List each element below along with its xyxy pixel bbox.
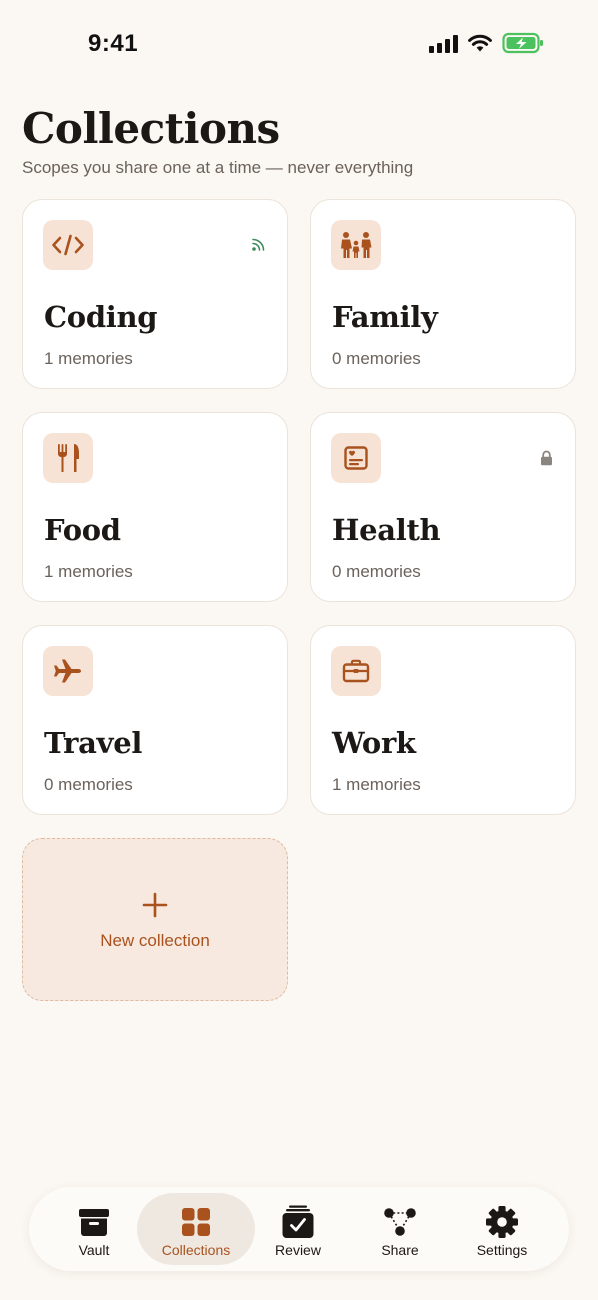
collection-count: 1 memories — [44, 349, 133, 368]
tab-vault[interactable]: Vault — [35, 1193, 153, 1265]
tab-label: Vault — [78, 1242, 110, 1258]
collection-name: Health — [332, 513, 441, 547]
tab-collections[interactable]: Collections — [137, 1193, 255, 1265]
tab-label: Collections — [161, 1242, 231, 1258]
collection-card-food[interactable]: Food 1 memories — [22, 412, 288, 602]
grid-icon — [181, 1205, 211, 1239]
tab-label: Share — [381, 1242, 419, 1258]
new-collection-label: New collection — [100, 931, 210, 950]
share-nodes-icon — [383, 1205, 417, 1239]
collection-count: 1 memories — [332, 775, 421, 794]
review-stack-icon — [281, 1205, 315, 1239]
briefcase-icon — [331, 646, 381, 696]
battery-charging-icon — [502, 32, 543, 54]
collection-card-coding[interactable]: Coding 1 memories — [22, 199, 288, 389]
status-time: 9:41 — [88, 30, 139, 57]
collection-name: Family — [332, 300, 438, 334]
collection-card-work[interactable]: Work 1 memories — [310, 625, 576, 815]
new-collection-button[interactable]: New collection — [22, 838, 288, 1001]
wifi-icon — [468, 34, 492, 52]
family-icon — [331, 220, 381, 270]
tab-label: Review — [275, 1242, 321, 1258]
collection-card-health[interactable]: Health 0 memories — [310, 412, 576, 602]
rss-icon — [251, 236, 267, 257]
gear-icon — [485, 1205, 519, 1239]
status-icons — [429, 32, 544, 54]
status-bar: 9:41 — [0, 0, 598, 90]
collection-name: Travel — [44, 726, 143, 760]
archive-box-icon — [78, 1205, 110, 1239]
code-icon — [43, 220, 93, 270]
collection-count: 0 memories — [332, 349, 421, 368]
collection-name: Food — [44, 513, 121, 547]
health-record-icon — [331, 433, 381, 483]
plus-icon — [23, 891, 287, 919]
tab-review[interactable]: Review — [239, 1193, 357, 1265]
page-subtitle: Scopes you share one at a time — never e… — [22, 158, 414, 177]
tab-label: Settings — [476, 1242, 528, 1258]
collection-card-travel[interactable]: Travel 0 memories — [22, 625, 288, 815]
tab-share[interactable]: Share — [341, 1193, 459, 1265]
collection-name: Work — [332, 726, 416, 760]
collection-count: 0 memories — [44, 775, 133, 794]
lock-icon — [540, 450, 553, 471]
airplane-icon — [43, 646, 93, 696]
fork-knife-icon — [43, 433, 93, 483]
tab-bar: Vault Collections Review Share Settings — [29, 1187, 569, 1271]
cellular-signal-icon — [429, 33, 458, 53]
collection-card-family[interactable]: Family 0 memories — [310, 199, 576, 389]
collection-count: 1 memories — [44, 562, 133, 581]
page-title: Collections — [22, 104, 280, 153]
collection-name: Coding — [44, 300, 158, 334]
collection-count: 0 memories — [332, 562, 421, 581]
tab-settings[interactable]: Settings — [443, 1193, 561, 1265]
